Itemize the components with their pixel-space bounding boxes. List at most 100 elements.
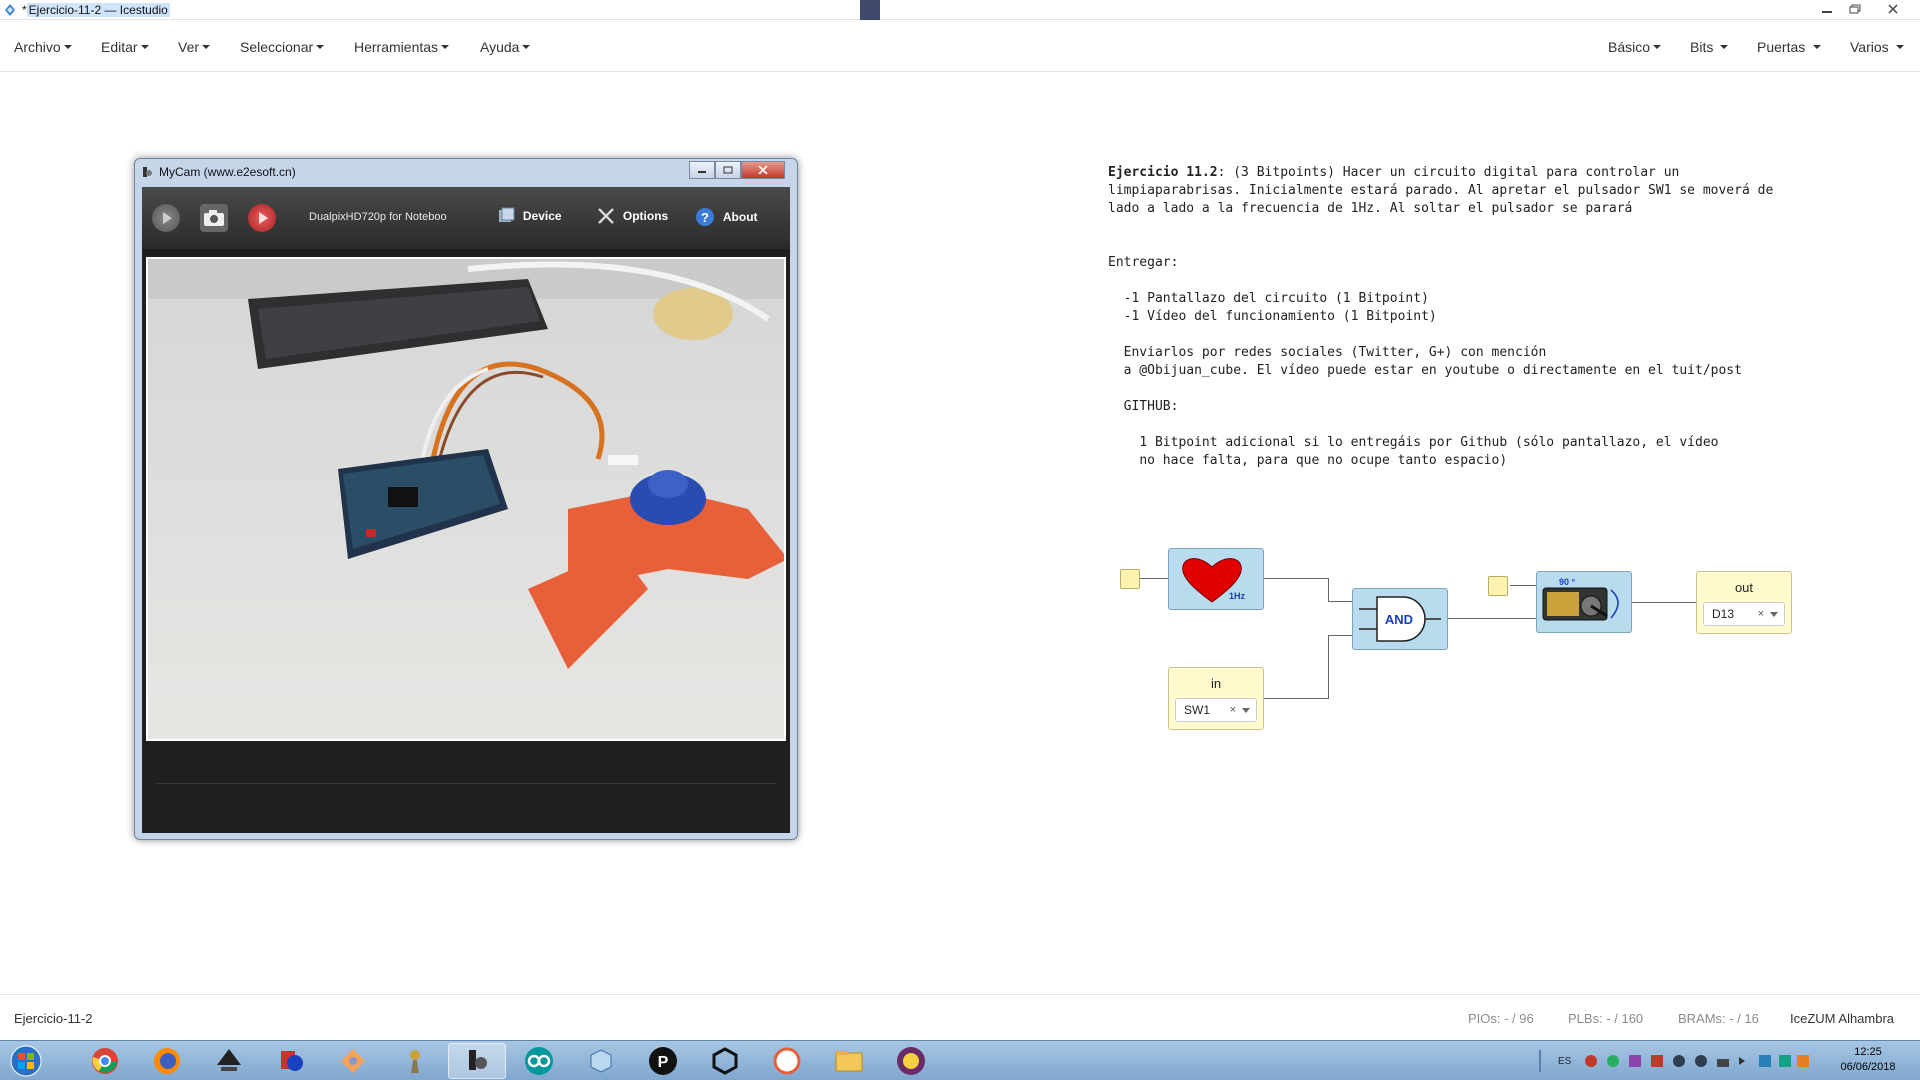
and-gate-icon: AND: [1359, 596, 1441, 642]
wire: [1328, 601, 1353, 602]
minimize-button[interactable]: [1814, 0, 1840, 18]
play-icon: [163, 212, 172, 224]
clock-time: 12:25: [1854, 1046, 1882, 1058]
taskbar-freecad[interactable]: [386, 1043, 444, 1079]
device-name-label: DualpixHD720p for Noteboo: [309, 211, 447, 223]
mycam-close-button[interactable]: [741, 161, 785, 179]
taskbar-git[interactable]: [324, 1043, 382, 1079]
mycam-content: DualpixHD720p for Noteboo Device Options…: [142, 187, 790, 833]
app-a-icon: [773, 1047, 801, 1075]
record-button[interactable]: [248, 204, 276, 232]
language-indicator[interactable]: ES: [1558, 1056, 1571, 1067]
mycam-title: MyCam (www.e2esoft.cn): [159, 165, 296, 179]
svg-text:?: ?: [701, 210, 709, 225]
menu-seleccionar[interactable]: Seleccionar: [240, 22, 325, 72]
caret-down-icon: [316, 45, 325, 49]
taskbar-pro-app[interactable]: [882, 1043, 940, 1079]
caret-down-icon: [63, 45, 72, 49]
taskbar-mycam[interactable]: [448, 1043, 506, 1079]
menu-bits[interactable]: Bits: [1690, 22, 1729, 72]
firefox-icon: [154, 1048, 180, 1074]
wire: [1328, 635, 1329, 698]
webcam-scene-image: [148, 259, 784, 739]
menu-herramientas[interactable]: Herramientas: [354, 22, 450, 72]
taskbar-inkscape[interactable]: [200, 1043, 258, 1079]
taskbar-app-a[interactable]: [758, 1043, 816, 1079]
input-pin-value: SW1: [1184, 703, 1211, 717]
dropdown-arrow-icon[interactable]: [1770, 611, 1778, 617]
taskbar-firefox[interactable]: [138, 1043, 196, 1079]
heart-enable-port[interactable]: [1120, 569, 1140, 589]
heartbeat-1hz-block[interactable]: 1Hz: [1168, 548, 1264, 610]
svg-text:P: P: [658, 1054, 669, 1071]
about-button[interactable]: ? About: [695, 207, 758, 227]
maximize-icon: [723, 166, 733, 174]
and-gate-block[interactable]: AND: [1352, 588, 1448, 650]
servo-enable-port[interactable]: [1488, 576, 1508, 596]
github-heading: GITHUB:: [1108, 399, 1179, 414]
device-button[interactable]: Device: [497, 207, 562, 225]
freecad-icon: [410, 1049, 420, 1073]
clock-date: 06/06/2018: [1840, 1061, 1896, 1073]
chrome-icon: [92, 1048, 118, 1074]
tray-icons[interactable]: [1581, 1051, 1811, 1071]
about-label: About: [722, 210, 758, 224]
system-clock[interactable]: 12:25 06/06/2018: [1828, 1045, 1908, 1075]
send-line: a @Obijuan_cube. El vídeo puede estar en…: [1108, 363, 1742, 378]
input-pin-select[interactable]: SW1 ×: [1175, 698, 1257, 722]
mycam-minimize-button[interactable]: [689, 161, 715, 179]
restore-button[interactable]: [1842, 0, 1868, 18]
menu-editar[interactable]: Editar: [101, 22, 149, 72]
output-pin-block[interactable]: out D13 ×: [1696, 571, 1792, 634]
output-pin-select[interactable]: D13 ×: [1703, 602, 1785, 626]
mycam-app-icon: [143, 167, 152, 177]
processing-icon: P: [649, 1047, 677, 1075]
project-name: Ejercicio-11-2: [14, 1011, 93, 1026]
about-icon: ?: [696, 208, 714, 226]
wire: [1328, 578, 1329, 601]
plbs-usage: PLBs: - / 160: [1568, 1011, 1644, 1026]
taskbar-slicer[interactable]: [572, 1043, 630, 1079]
exercise-description: Ejercicio 11.2: (3 Bitpoints) Hacer un c…: [1108, 164, 1888, 470]
taskbar-file-explorer[interactable]: [820, 1043, 878, 1079]
caret-down-icon: [1895, 45, 1904, 49]
deliver-item: -1 Vídeo del funcionamiento (1 Bitpoint): [1108, 309, 1437, 324]
clear-icon[interactable]: ×: [1758, 608, 1764, 620]
mycam-maximize-button[interactable]: [715, 161, 741, 179]
options-button[interactable]: Options: [597, 207, 668, 225]
taskbar-settings-app[interactable]: [262, 1043, 320, 1079]
start-button[interactable]: [0, 1043, 52, 1079]
dropdown-arrow-icon[interactable]: [1242, 707, 1250, 713]
close-icon: [758, 166, 768, 174]
menu-ayuda[interactable]: Ayuda: [480, 22, 531, 72]
caret-down-icon: [522, 45, 531, 49]
board-name[interactable]: IceZUM Alhambra: [1790, 1011, 1894, 1026]
clear-icon[interactable]: ×: [1230, 704, 1236, 716]
menu-puertas[interactable]: Puertas: [1757, 22, 1822, 72]
play-button[interactable]: [152, 204, 180, 232]
menu-ver[interactable]: Ver: [178, 22, 211, 72]
taskbar-arduino[interactable]: [510, 1043, 568, 1079]
tray-grip-icon: [1539, 1050, 1541, 1072]
input-pin-block[interactable]: in SW1 ×: [1168, 667, 1264, 730]
options-label: Options: [622, 209, 669, 224]
device-label: Device: [522, 209, 562, 224]
mycam-window[interactable]: MyCam (www.e2esoft.cn) DualpixHD720p for…: [134, 158, 798, 840]
window-title-bar: * Ejercicio-11-2 — Icestudio: [0, 0, 1920, 20]
menu-archivo[interactable]: Archivo: [14, 22, 72, 72]
menu-basico[interactable]: Básico: [1608, 22, 1662, 72]
caret-down-icon: [140, 45, 149, 49]
snapshot-button[interactable]: [200, 204, 228, 232]
slicer-icon: [590, 1049, 612, 1073]
taskbar-unity[interactable]: [696, 1043, 754, 1079]
servo-block[interactable]: 90 °: [1536, 571, 1632, 633]
minimize-icon: [1822, 11, 1832, 13]
menu-varios[interactable]: Varios: [1850, 22, 1904, 72]
taskbar-processing[interactable]: P: [634, 1043, 692, 1079]
wire: [1446, 618, 1536, 619]
taskbar-chrome[interactable]: [76, 1043, 134, 1079]
file-explorer-icon: [835, 1051, 863, 1072]
close-button[interactable]: [1880, 0, 1906, 18]
github-line: no hace falta, para que no ocupe tanto e…: [1108, 453, 1508, 468]
options-icon: [598, 208, 614, 225]
